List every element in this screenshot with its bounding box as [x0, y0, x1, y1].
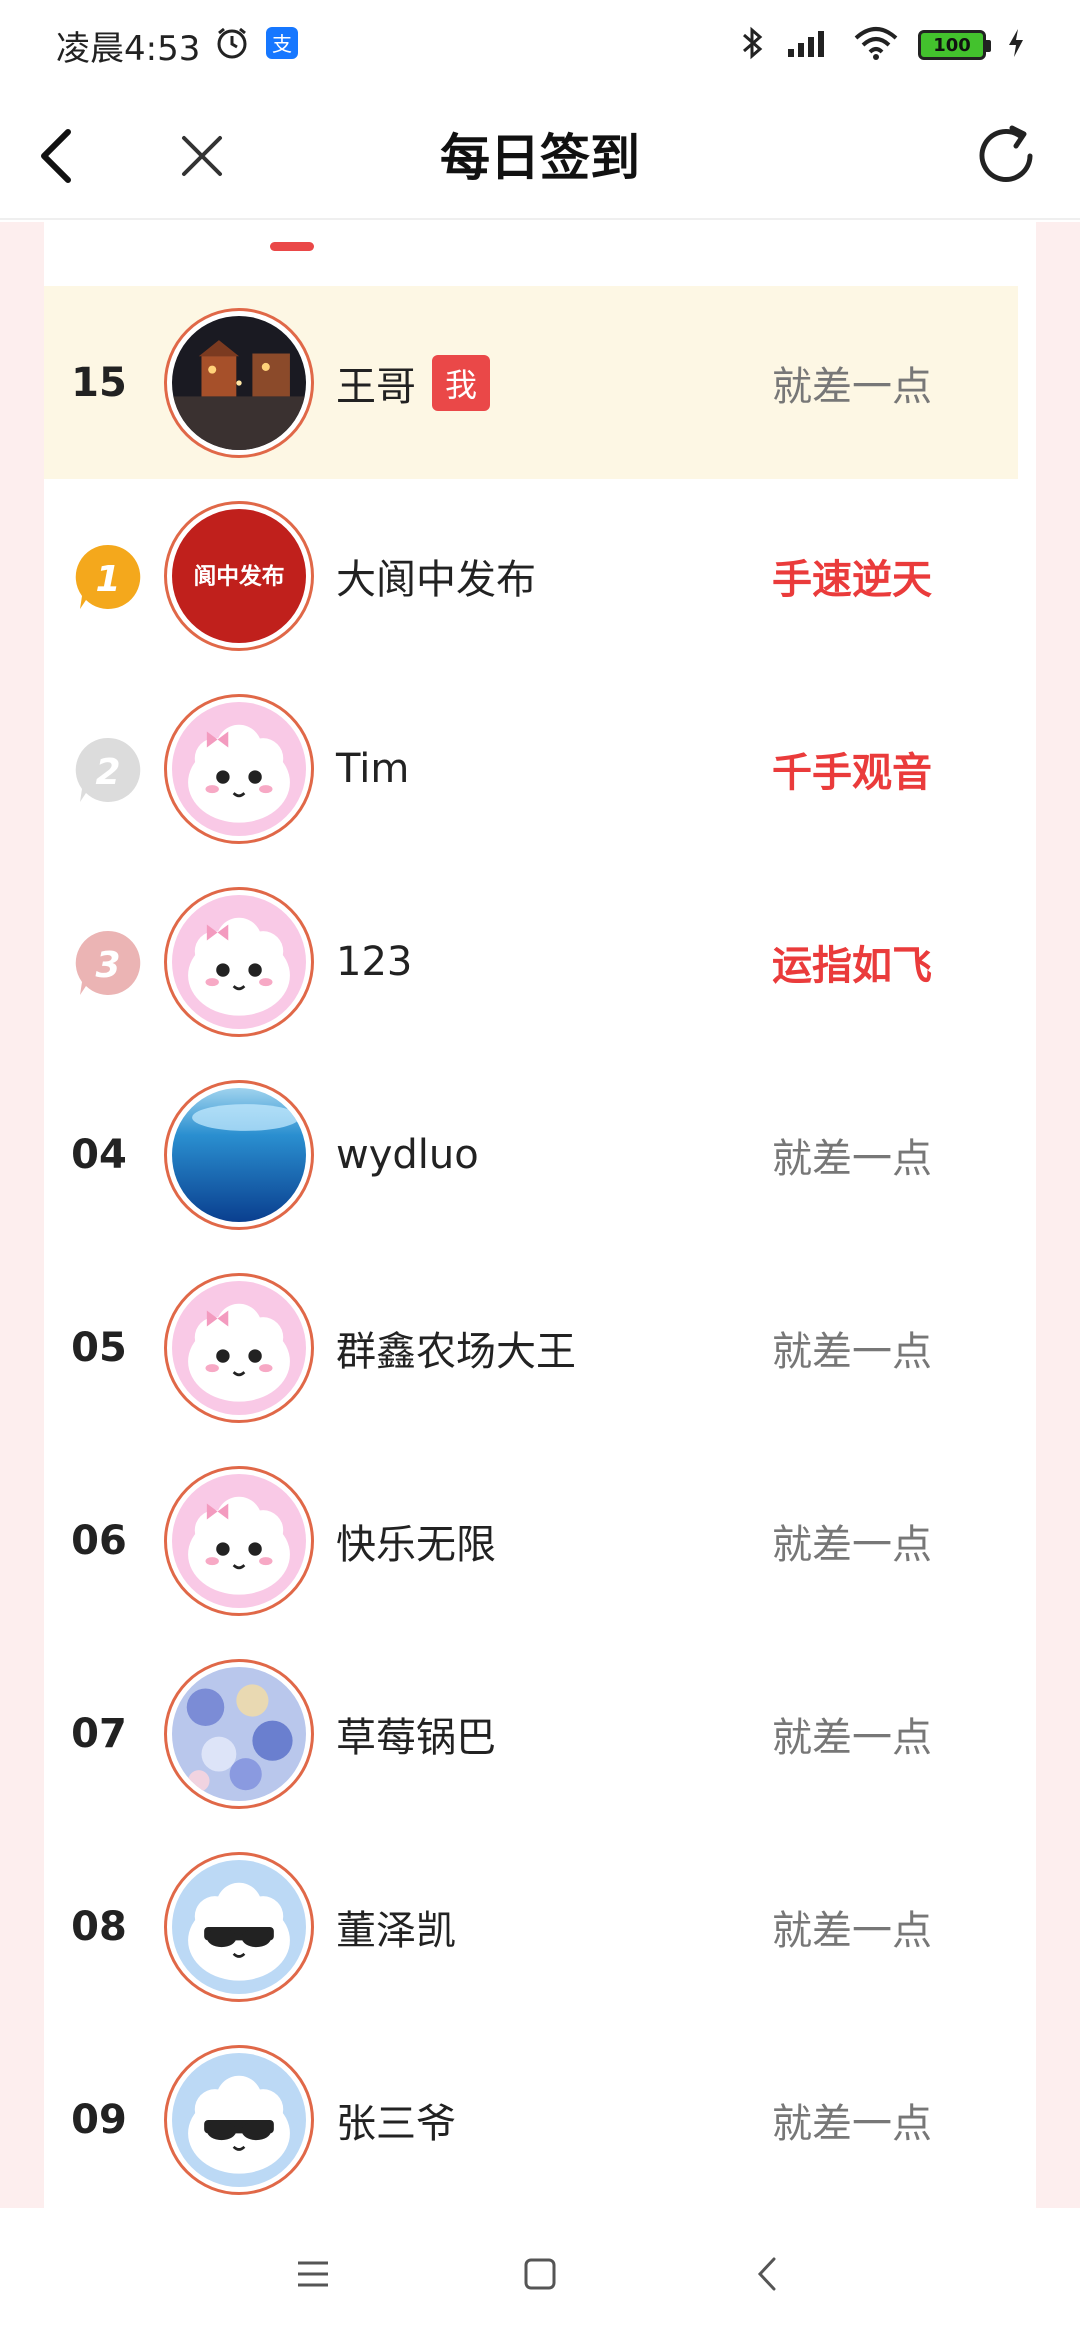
avatar[interactable]	[164, 1659, 314, 1809]
name-wrap: 大阆中发布	[336, 479, 536, 672]
avatar[interactable]	[164, 887, 314, 1037]
tab-indicator	[270, 242, 314, 251]
home-icon[interactable]	[510, 2244, 570, 2304]
status-left: 凌晨4:53 支	[56, 21, 300, 70]
name-wrap: 123	[336, 865, 412, 1058]
bronze-medal-icon: 3	[72, 927, 144, 999]
avatar[interactable]	[164, 1080, 314, 1230]
name-wrap: 董泽凯	[336, 1830, 456, 2023]
name-wrap: 草莓锅巴	[336, 1637, 496, 1830]
user-name: 张三爷	[336, 2100, 456, 2147]
result-text: 就差一点	[772, 1907, 932, 1954]
svg-text:1: 1	[95, 559, 120, 600]
my-rank-row[interactable]: 15 王哥 我 就差一点	[44, 286, 1018, 479]
svg-text:支: 支	[272, 32, 292, 56]
silver-medal-icon: 2	[72, 734, 144, 806]
result-text: 就差一点	[772, 1328, 932, 1375]
rank-row[interactable]: 05 群鑫农场大王 就差一点	[44, 1251, 1036, 1444]
name-wrap: wydluo	[336, 1058, 479, 1251]
header: 每日签到	[0, 90, 1080, 220]
result-text: 就差一点	[772, 2100, 932, 2147]
name-wrap: 群鑫农场大王	[336, 1251, 576, 1444]
result-text: 千手观音	[772, 749, 932, 796]
result-text: 就差一点	[772, 363, 932, 410]
result-text: 就差一点	[772, 1521, 932, 1568]
avatar[interactable]	[164, 1466, 314, 1616]
user-name: Tim	[336, 745, 410, 792]
rank-row[interactable]: 09 张三爷 就差一点	[44, 2023, 1036, 2208]
rank-row[interactable]: 3 123 运指如飞	[44, 865, 1036, 1058]
ranking-panel[interactable]: 15 王哥 我 就差一点 1 阆中发布 大阆中发布 手速逆天 2 Tim 千手观…	[44, 222, 1036, 2208]
user-name: 快乐无限	[336, 1521, 496, 1568]
avatar[interactable]	[164, 308, 314, 458]
battery-icon: 100	[918, 30, 991, 60]
gold-medal-icon: 1	[72, 541, 144, 613]
rank-row[interactable]: 04 wydluo 就差一点	[44, 1058, 1036, 1251]
rank-row[interactable]: 2 Tim 千手观音	[44, 672, 1036, 865]
wifi-icon	[854, 26, 898, 64]
name-wrap: 张三爷	[336, 2023, 456, 2208]
alipay-icon: 支	[264, 25, 300, 65]
svg-text:3: 3	[95, 945, 120, 986]
result-text: 就差一点	[772, 1135, 932, 1182]
back-icon[interactable]	[737, 2244, 797, 2304]
system-nav-bar	[0, 2208, 1080, 2340]
menu-icon[interactable]	[283, 2244, 343, 2304]
avatar[interactable]: 阆中发布	[164, 501, 314, 651]
status-bar: 凌晨4:53 支 100	[0, 0, 1080, 90]
rank-number: 04	[71, 1131, 127, 1178]
rank-row[interactable]: 06 快乐无限 就差一点	[44, 1444, 1036, 1637]
avatar[interactable]	[164, 2045, 314, 2195]
name-wrap: 快乐无限	[336, 1444, 496, 1637]
bluetooth-icon	[740, 25, 766, 65]
rank-row[interactable]: 1 阆中发布 大阆中发布 手速逆天	[44, 479, 1036, 672]
result-text: 手速逆天	[772, 556, 932, 603]
avatar[interactable]	[164, 1852, 314, 2002]
user-name: 大阆中发布	[336, 556, 536, 603]
me-badge: 我	[432, 354, 490, 411]
rank-number: 09	[71, 2096, 127, 2143]
rank-list: 15 王哥 我 就差一点 1 阆中发布 大阆中发布 手速逆天 2 Tim 千手观…	[44, 286, 1036, 2208]
svg-text:2: 2	[95, 752, 120, 793]
name-wrap: 王哥 我	[336, 286, 490, 479]
avatar[interactable]	[164, 694, 314, 844]
result-text: 就差一点	[772, 1714, 932, 1761]
charging-icon	[1006, 27, 1026, 63]
page-title: 每日签到	[440, 129, 640, 187]
rank-number: 08	[71, 1903, 127, 1950]
refresh-icon[interactable]	[968, 118, 1044, 194]
user-name: 王哥	[336, 363, 416, 410]
alarm-icon	[214, 25, 250, 65]
status-right: 100	[740, 25, 1026, 65]
signal-icon	[786, 27, 834, 63]
rank-number: 07	[71, 1710, 127, 1757]
rank-number: 05	[71, 1324, 127, 1371]
user-name: 董泽凯	[336, 1907, 456, 1954]
rank-row[interactable]: 08 董泽凯 就差一点	[44, 1830, 1036, 2023]
rank-number: 06	[71, 1517, 127, 1564]
name-wrap: Tim	[336, 672, 409, 865]
avatar[interactable]	[164, 1273, 314, 1423]
rank-number: 15	[71, 359, 127, 406]
user-name: 123	[336, 938, 413, 985]
user-name: 草莓锅巴	[336, 1714, 496, 1761]
status-time: 凌晨4:53	[56, 28, 201, 69]
result-text: 运指如飞	[772, 942, 932, 989]
user-name: wydluo	[336, 1131, 479, 1178]
rank-row[interactable]: 07 草莓锅巴 就差一点	[44, 1637, 1036, 1830]
user-name: 群鑫农场大王	[336, 1328, 576, 1375]
svg-text:阆中发布: 阆中发布	[193, 563, 284, 590]
